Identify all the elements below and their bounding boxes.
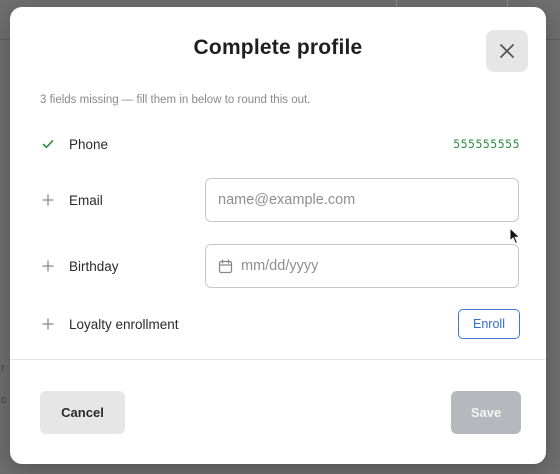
dialog-title: Complete profile — [193, 36, 363, 59]
plus-icon[interactable] — [40, 258, 56, 274]
email-label: Email — [69, 193, 103, 208]
birthday-label: Birthday — [69, 259, 119, 274]
missing-fields-hint: 3 fields missing — fill them in below to… — [40, 94, 311, 106]
check-icon — [40, 136, 56, 152]
close-button[interactable] — [486, 30, 528, 72]
mouse-pointer-icon — [509, 227, 521, 245]
phone-value: 555555555 — [453, 137, 520, 151]
email-field-container — [205, 178, 519, 222]
backdrop-text-fragment: r — [1, 362, 5, 374]
enroll-button[interactable]: Enroll — [458, 309, 520, 339]
footer-divider — [10, 359, 546, 360]
plus-icon[interactable] — [40, 316, 56, 332]
loyalty-label: Loyalty enrollment — [69, 317, 179, 332]
birthday-field[interactable] — [241, 245, 501, 287]
cancel-button[interactable]: Cancel — [40, 391, 125, 434]
close-icon — [500, 44, 514, 58]
backdrop-text-fragment: c — [1, 394, 7, 406]
save-button[interactable]: Save — [451, 391, 521, 434]
phone-label: Phone — [69, 137, 109, 152]
email-field[interactable] — [218, 179, 508, 221]
calendar-icon — [218, 259, 233, 274]
complete-profile-dialog: Complete profile 3 fields missing — fill… — [10, 7, 546, 464]
birthday-field-container — [205, 244, 519, 288]
plus-icon[interactable] — [40, 192, 56, 208]
